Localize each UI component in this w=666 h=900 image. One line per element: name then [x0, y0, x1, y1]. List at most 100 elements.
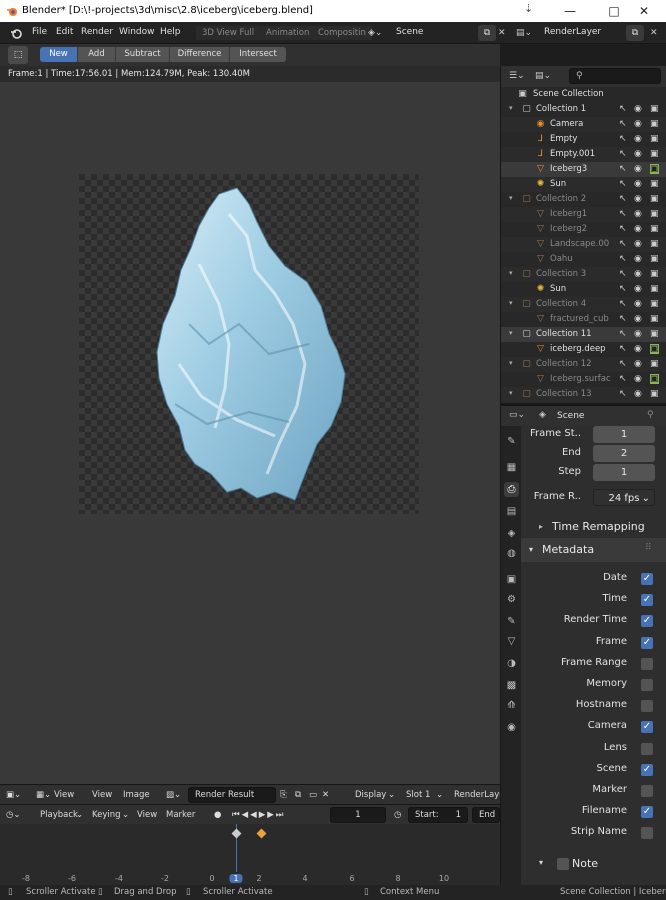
image-browse-icon[interactable]: ▨⌄ — [166, 790, 181, 800]
mode-subtract-button[interactable]: Subtract — [116, 47, 170, 62]
metadata-checkbox[interactable]: ✓ — [641, 594, 653, 607]
visibility-eye-icon[interactable]: ◉ — [634, 344, 642, 354]
select-toggle-icon[interactable]: ↖ — [619, 239, 627, 249]
menu-playback[interactable]: Playback — [40, 810, 78, 820]
menu-help[interactable]: Help — [160, 27, 181, 37]
view-layer-tab-icon[interactable]: ▤ — [504, 504, 519, 519]
menu-window[interactable]: Window — [119, 27, 155, 37]
visibility-eye-icon[interactable]: ◉ — [634, 209, 642, 219]
render-camera-icon[interactable]: ▣ — [650, 164, 659, 174]
pin-icon[interactable]: ⚲ — [647, 410, 654, 420]
outliner-search-input[interactable]: ⚲ — [569, 68, 661, 84]
metadata-checkbox[interactable] — [641, 700, 653, 713]
metadata-checkbox[interactable]: ✓ — [641, 636, 653, 649]
render-camera-icon[interactable]: ▣ — [650, 329, 659, 339]
close-image-icon[interactable]: ✕ — [322, 790, 329, 800]
wrench-tab-icon[interactable]: ✎ — [504, 614, 519, 629]
new-scene-icon[interactable]: ⧉ — [478, 25, 496, 41]
select-toggle-icon[interactable]: ↖ — [619, 104, 627, 114]
outliner-panel[interactable]: ▣ Scene Collection ▾ ▢ Collection 1 ↖ ◉ ▣ ◉ Cam… — [500, 87, 666, 403]
outliner-row[interactable]: ⅃ Empty ↖ ◉ ▣ — [501, 132, 666, 147]
record-icon[interactable]: ● — [214, 810, 221, 820]
render-camera-icon[interactable]: ▣ — [650, 119, 659, 129]
outliner-row[interactable]: ▽ Oahu ↖ ◉ ▣ — [501, 252, 666, 267]
expand-toggle-icon[interactable]: ▾ — [509, 299, 513, 307]
render-camera-icon[interactable]: ▣ — [650, 149, 659, 159]
keyframe-marker-selected[interactable] — [256, 828, 267, 839]
view-mode-icon[interactable]: ▦⌄ — [36, 790, 51, 800]
metadata-checkbox[interactable]: ✓ — [641, 615, 653, 628]
visibility-eye-icon[interactable]: ◉ — [634, 299, 642, 309]
render-camera-icon[interactable]: ▣ — [650, 284, 659, 294]
render-camera-icon[interactable]: ▣ — [650, 104, 659, 114]
menu-keying[interactable]: Keying — [92, 810, 121, 820]
select-box-tool-icon[interactable]: ⬚ — [8, 46, 28, 64]
outliner-row[interactable]: ▾ ▢ Collection 13 ↖ ◉ ▣ — [501, 387, 666, 402]
metadata-checkbox[interactable] — [641, 742, 653, 755]
visibility-eye-icon[interactable]: ◉ — [634, 119, 642, 129]
delete-view-layer-icon[interactable]: ✕ — [650, 25, 662, 41]
outliner-row[interactable]: ▾ ▢ Collection 12 ↖ ◉ ▣ — [501, 357, 666, 372]
image-name-field[interactable]: Render Result — [188, 787, 276, 803]
metadata-checkbox[interactable] — [641, 679, 653, 691]
select-toggle-icon[interactable]: ↖ — [619, 254, 627, 264]
render-camera-icon[interactable]: ▣ — [650, 299, 659, 309]
close-button[interactable]: ✕ — [622, 0, 666, 22]
keyframe-marker[interactable] — [231, 828, 242, 839]
outliner-row[interactable]: ▾ ▢ Collection 4 ↖ ◉ ▣ — [501, 297, 666, 312]
scene-browse-icon[interactable]: ◈⌄ — [368, 25, 392, 41]
select-toggle-icon[interactable]: ↖ — [619, 344, 627, 354]
select-toggle-icon[interactable]: ↖ — [619, 389, 627, 399]
visibility-eye-icon[interactable]: ◉ — [634, 254, 642, 264]
frame-end-field[interactable]: 2 — [593, 445, 655, 462]
frame-start-field[interactable]: Start: 1 — [408, 807, 468, 823]
metadata-checkbox[interactable] — [641, 785, 653, 797]
select-toggle-icon[interactable]: ↖ — [619, 194, 627, 204]
properties-editor-icon[interactable]: ▭⌄ — [509, 410, 525, 420]
metadata-checkbox[interactable]: ✓ — [641, 763, 653, 776]
tab-animation[interactable]: Animation — [260, 26, 316, 40]
render-camera-icon[interactable]: ▣ — [650, 389, 659, 399]
visibility-eye-icon[interactable]: ◉ — [634, 194, 642, 204]
frame-step-field[interactable]: 1 — [593, 464, 655, 481]
view-layer-icon[interactable]: ▤⌄ — [516, 25, 540, 41]
render-camera-icon[interactable]: ▣ — [650, 359, 659, 369]
expand-toggle-icon[interactable]: ▾ — [509, 389, 513, 397]
scene-tab-icon[interactable]: ◈ — [504, 526, 519, 541]
metadata-panel-header[interactable]: ▾ Metadata ⠿ — [521, 538, 666, 562]
mode-intersect-button[interactable]: Intersect — [230, 47, 286, 62]
pin-image-icon[interactable]: ⎘ — [280, 790, 287, 800]
render-camera-icon[interactable]: ▣ — [650, 179, 659, 189]
tool-tab-icon[interactable]: ✎ — [504, 434, 519, 449]
constraint-tab-icon[interactable]: ⟰ — [504, 698, 519, 713]
render-camera-icon[interactable]: ▣ — [650, 194, 659, 204]
outliner-row[interactable]: ▾ ▢ Collection 11 ↖ ◉ ▣ — [501, 327, 666, 342]
expand-toggle-icon[interactable]: ▾ — [509, 359, 513, 367]
select-toggle-icon[interactable]: ↖ — [619, 329, 627, 339]
playback-controls-icon[interactable]: ⏮◀◀▶▶⏭ — [232, 810, 285, 820]
visibility-eye-icon[interactable]: ◉ — [634, 284, 642, 294]
world-tab-icon[interactable]: ◍ — [504, 546, 519, 561]
render-camera-icon[interactable]: ▣ — [650, 344, 659, 354]
select-toggle-icon[interactable]: ↖ — [619, 374, 627, 384]
modifier-tab-icon[interactable]: ⚙ — [504, 592, 519, 607]
render-result-image[interactable] — [79, 174, 419, 514]
visibility-eye-icon[interactable]: ◉ — [634, 134, 642, 144]
mode-add-button[interactable]: Add — [78, 47, 116, 62]
current-frame-indicator[interactable]: 1 — [229, 874, 243, 883]
visibility-eye-icon[interactable]: ◉ — [634, 314, 642, 324]
slot-dropdown[interactable]: Slot 1 — [406, 790, 430, 800]
menu-view-timeline[interactable]: View — [137, 810, 157, 820]
visibility-eye-icon[interactable]: ◉ — [634, 239, 642, 249]
visibility-eye-icon[interactable]: ◉ — [634, 104, 642, 114]
select-toggle-icon[interactable]: ↖ — [619, 134, 627, 144]
timeline-editor-icon[interactable]: ◷⌄ — [6, 810, 21, 820]
render-tab-icon[interactable]: ▦ — [504, 460, 519, 475]
render-camera-icon[interactable]: ▣ — [650, 254, 659, 264]
output-tab-icon[interactable]: ⎙ — [504, 482, 519, 497]
display-mode-icon[interactable]: ▤⌄ — [535, 71, 551, 81]
editor-type-icon[interactable]: ▣⌄ — [6, 790, 21, 800]
visibility-eye-icon[interactable]: ◉ — [634, 269, 642, 279]
outliner-row[interactable]: ▽ Iceberg.surfac ↖ ◉ ▣ — [501, 372, 666, 387]
select-toggle-icon[interactable]: ↖ — [619, 209, 627, 219]
